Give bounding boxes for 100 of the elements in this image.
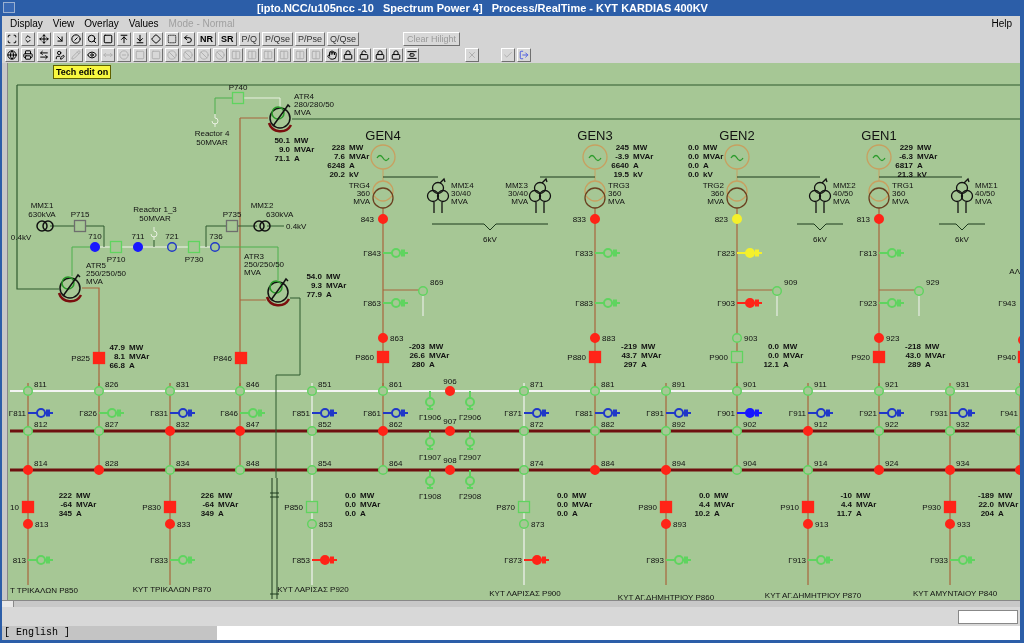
switch-node[interactable] bbox=[94, 386, 104, 396]
disconnector-symbol[interactable] bbox=[311, 555, 338, 565]
breaker-square[interactable] bbox=[376, 350, 390, 364]
disconnector-symbol[interactable] bbox=[425, 430, 435, 451]
switch-node[interactable] bbox=[590, 426, 600, 436]
switch-node[interactable] bbox=[945, 519, 955, 529]
breaker-square[interactable] bbox=[872, 350, 886, 364]
toolbar-button[interactable] bbox=[405, 48, 419, 62]
breaker-square[interactable] bbox=[92, 351, 106, 365]
disconnector-symbol[interactable] bbox=[523, 408, 550, 418]
switch-node[interactable] bbox=[307, 386, 317, 396]
switch-node[interactable] bbox=[445, 386, 455, 396]
switch-node[interactable] bbox=[874, 426, 884, 436]
switch-node[interactable] bbox=[378, 426, 388, 436]
switch-node[interactable] bbox=[732, 386, 742, 396]
toolbar-button[interactable]: SR bbox=[218, 32, 237, 46]
switch-node[interactable] bbox=[519, 519, 529, 529]
switch-node[interactable] bbox=[307, 426, 317, 436]
switch-node[interactable] bbox=[378, 214, 388, 224]
switch-node[interactable] bbox=[519, 426, 529, 436]
breaker-square[interactable] bbox=[163, 500, 177, 514]
menu-item[interactable]: Values bbox=[128, 16, 159, 31]
switch-node[interactable] bbox=[803, 465, 813, 475]
toolbar-button[interactable] bbox=[21, 48, 35, 62]
toolbar-button[interactable] bbox=[5, 48, 19, 62]
window-menu-icon[interactable] bbox=[3, 2, 15, 13]
toolbar-button[interactable]: Q/Qse bbox=[327, 32, 360, 46]
switch-node[interactable] bbox=[945, 426, 955, 436]
switch-node[interactable] bbox=[803, 386, 813, 396]
toolbar-button[interactable] bbox=[341, 48, 355, 62]
switch-node[interactable] bbox=[23, 519, 33, 529]
switch-node[interactable] bbox=[210, 242, 220, 252]
switch-node[interactable] bbox=[519, 465, 529, 475]
switch-node[interactable] bbox=[590, 214, 600, 224]
toolbar-button[interactable] bbox=[5, 32, 19, 46]
disconnector-symbol[interactable] bbox=[465, 469, 475, 490]
toolbar-button[interactable] bbox=[37, 32, 51, 46]
breaker-square[interactable] bbox=[801, 500, 815, 514]
disconnector-symbol[interactable] bbox=[311, 408, 338, 418]
breaker-square[interactable] bbox=[588, 350, 602, 364]
switch-node[interactable] bbox=[307, 519, 317, 529]
switch-node[interactable] bbox=[378, 465, 388, 475]
toolbar-button[interactable] bbox=[53, 32, 67, 46]
input-field[interactable] bbox=[958, 609, 1018, 624]
switch-node[interactable] bbox=[23, 465, 33, 475]
switch-node[interactable] bbox=[378, 386, 388, 396]
horizontal-scrollbar[interactable] bbox=[2, 600, 1020, 607]
breaker-square[interactable] bbox=[943, 500, 957, 514]
switch-node[interactable] bbox=[378, 333, 388, 343]
switch-node[interactable] bbox=[235, 386, 245, 396]
switch-node[interactable] bbox=[445, 426, 455, 436]
switch-node[interactable] bbox=[519, 386, 529, 396]
switch-node[interactable] bbox=[874, 214, 884, 224]
toolbar-button[interactable] bbox=[37, 48, 51, 62]
toolbar-button[interactable] bbox=[85, 32, 99, 46]
disconnector-symbol[interactable] bbox=[523, 555, 550, 565]
switch-node[interactable] bbox=[732, 465, 742, 475]
switch-node[interactable] bbox=[445, 465, 455, 475]
toolbar-button[interactable] bbox=[389, 48, 403, 62]
switch-node[interactable] bbox=[307, 465, 317, 475]
switch-node[interactable] bbox=[661, 426, 671, 436]
switch-node[interactable] bbox=[732, 333, 742, 343]
breaker-square[interactable] bbox=[225, 219, 239, 233]
switch-node[interactable] bbox=[1015, 426, 1020, 436]
switch-node[interactable] bbox=[165, 426, 175, 436]
switch-node[interactable] bbox=[661, 465, 671, 475]
switch-node[interactable] bbox=[772, 286, 782, 296]
switch-node[interactable] bbox=[165, 465, 175, 475]
toolbar-button[interactable] bbox=[325, 48, 339, 62]
switch-node[interactable] bbox=[874, 333, 884, 343]
disconnector-symbol[interactable] bbox=[594, 408, 621, 418]
switch-node[interactable] bbox=[23, 386, 33, 396]
switch-node[interactable] bbox=[914, 286, 924, 296]
switch-node[interactable] bbox=[235, 465, 245, 475]
breaker-square[interactable] bbox=[234, 351, 248, 365]
toolbar-button[interactable] bbox=[357, 48, 371, 62]
switch-node[interactable] bbox=[1015, 386, 1020, 396]
switch-node[interactable] bbox=[590, 333, 600, 343]
switch-node[interactable] bbox=[803, 519, 813, 529]
switch-node[interactable] bbox=[90, 242, 100, 252]
disconnector-symbol[interactable] bbox=[27, 408, 54, 418]
switch-node[interactable] bbox=[23, 426, 33, 436]
switch-node[interactable] bbox=[803, 426, 813, 436]
switch-node[interactable] bbox=[165, 386, 175, 396]
switch-node[interactable] bbox=[590, 386, 600, 396]
switch-node[interactable] bbox=[874, 386, 884, 396]
toolbar-button[interactable] bbox=[85, 48, 99, 62]
switch-node[interactable] bbox=[133, 242, 143, 252]
breaker-square[interactable] bbox=[73, 219, 87, 233]
toolbar-button[interactable]: P/Pse bbox=[295, 32, 326, 46]
disconnector-symbol[interactable] bbox=[382, 408, 409, 418]
menu-item[interactable]: Display bbox=[10, 16, 43, 31]
switch-node[interactable] bbox=[874, 465, 884, 475]
toolbar-button[interactable] bbox=[101, 32, 115, 46]
switch-node[interactable] bbox=[945, 465, 955, 475]
menu-item[interactable]: Help bbox=[991, 16, 1012, 31]
switch-node[interactable] bbox=[732, 426, 742, 436]
toolbar-button[interactable] bbox=[181, 32, 195, 46]
disconnector-symbol[interactable] bbox=[807, 408, 834, 418]
toolbar-button[interactable] bbox=[117, 32, 131, 46]
